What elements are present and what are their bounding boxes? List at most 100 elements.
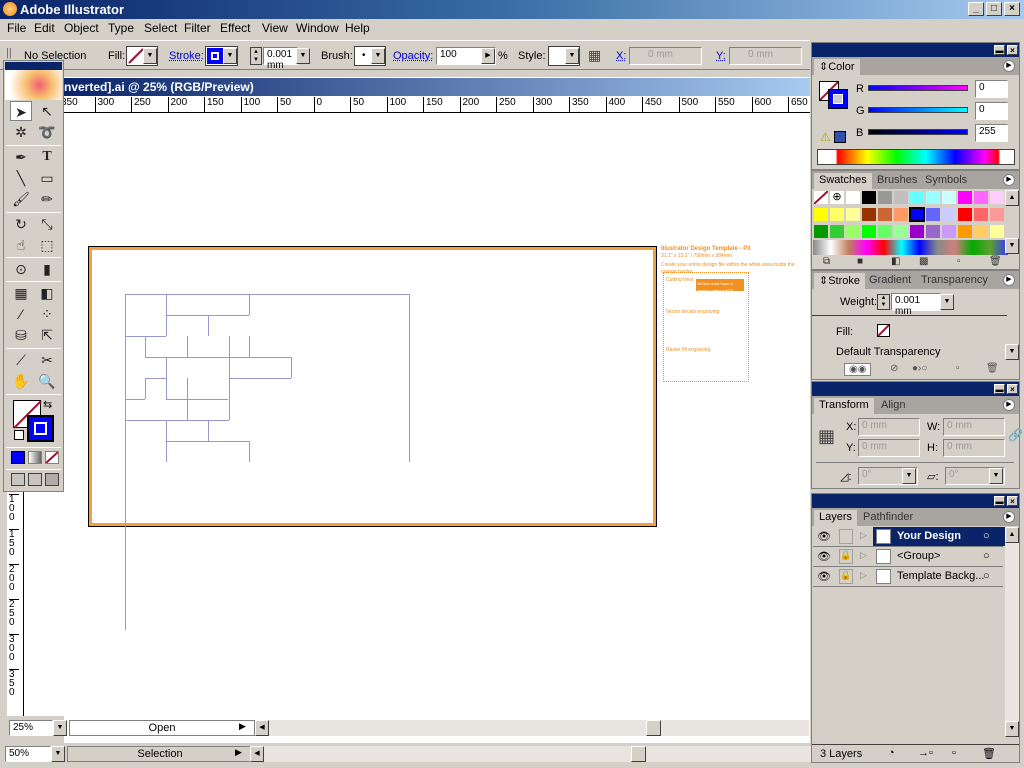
show-gradient-swatches-icon[interactable]: ◧: [891, 256, 900, 267]
panel-menu-icon[interactable]: ▶: [1003, 399, 1015, 411]
tab-transform[interactable]: Transform: [814, 398, 874, 414]
none-mode-icon[interactable]: [45, 451, 59, 464]
minimize-panel-icon[interactable]: ▬: [994, 45, 1005, 55]
default-transparency-label[interactable]: Default Transparency: [836, 346, 941, 358]
swatch[interactable]: [989, 207, 1005, 222]
gamut-color-swatch[interactable]: [834, 131, 846, 143]
fill-swatch[interactable]: ▼: [126, 46, 158, 66]
zoom-tool-icon[interactable]: 🔍: [36, 371, 58, 391]
swatch[interactable]: [877, 207, 893, 222]
pencil-tool-icon[interactable]: ✏: [36, 189, 58, 209]
gradient-tool-icon[interactable]: ◧: [36, 283, 58, 303]
status-field[interactable]: Selection: [67, 746, 253, 762]
live-paint-bucket-tool-icon[interactable]: ⛁: [10, 325, 32, 345]
swatch[interactable]: [941, 190, 957, 205]
stroke-swatch[interactable]: ▼: [205, 46, 238, 66]
delete-item-icon[interactable]: 🗑: [986, 363, 999, 374]
swatch[interactable]: [973, 190, 989, 205]
x-field[interactable]: 0 mm: [858, 418, 920, 436]
new-swatch-icon[interactable]: ▫: [957, 256, 961, 267]
close-button[interactable]: ×: [1004, 2, 1020, 16]
show-color-swatches-icon[interactable]: ■: [857, 256, 863, 267]
panel-header[interactable]: ▬ ×: [812, 494, 1019, 508]
line-tool-icon[interactable]: ╲: [10, 168, 32, 188]
swatch[interactable]: [877, 224, 893, 239]
chevron-down-icon[interactable]: ▼: [51, 746, 65, 762]
close-panel-icon[interactable]: ×: [1007, 45, 1018, 55]
design-path[interactable]: [187, 336, 188, 357]
new-item-icon[interactable]: ▫: [956, 363, 960, 374]
color-spectrum-bar[interactable]: [817, 149, 1015, 165]
design-path[interactable]: [125, 294, 410, 295]
swatch[interactable]: [877, 190, 893, 205]
magic-wand-tool-icon[interactable]: ✲: [10, 122, 32, 142]
rectangle-tool-icon[interactable]: ▭: [36, 168, 58, 188]
maximize-button[interactable]: □: [986, 2, 1002, 16]
horizontal-scrollbar[interactable]: [269, 720, 809, 736]
status-menu-arrow-icon[interactable]: ▶: [239, 721, 246, 732]
scissors-tool-icon[interactable]: ✂: [36, 350, 58, 370]
panel-menu-icon[interactable]: ▶: [1003, 511, 1015, 523]
swatch[interactable]: [989, 190, 1005, 205]
expand-triangle-icon[interactable]: ▷: [860, 530, 867, 541]
close-panel-icon[interactable]: ×: [1007, 496, 1018, 506]
opacity-label[interactable]: Opacity:: [393, 50, 433, 62]
panel-menu-icon[interactable]: ▶: [1003, 60, 1015, 72]
lock-icon[interactable]: 🔒: [839, 569, 853, 584]
menu-view[interactable]: View: [262, 21, 288, 35]
menu-select[interactable]: Select: [144, 21, 177, 35]
g-field[interactable]: 0: [975, 102, 1008, 120]
scroll-down-button[interactable]: ▼: [1005, 238, 1019, 254]
tab-align[interactable]: Align: [876, 398, 910, 414]
visibility-eye-icon[interactable]: 👁: [817, 550, 831, 563]
zoom-level-field[interactable]: 50%: [5, 746, 51, 762]
design-path[interactable]: [229, 336, 230, 399]
scale-tool-icon[interactable]: ⤡: [36, 214, 58, 234]
visibility-eye-icon[interactable]: 👁: [817, 530, 831, 543]
swatch[interactable]: [845, 207, 861, 222]
menu-help[interactable]: Help: [345, 21, 370, 35]
target-icon[interactable]: ○: [983, 550, 990, 562]
design-path[interactable]: [125, 399, 145, 400]
clear-appearance-icon[interactable]: ◉◉: [844, 363, 872, 376]
horizontal-ruler[interactable]: 3503002502001501005005010015020025030035…: [64, 96, 810, 113]
x-field[interactable]: 0 mm: [629, 47, 702, 65]
swatch[interactable]: [973, 207, 989, 222]
tools-panel-header[interactable]: [5, 62, 62, 70]
swatch[interactable]: [861, 224, 877, 239]
swatch[interactable]: [861, 207, 877, 222]
eyedropper-tool-icon[interactable]: ⁄: [10, 304, 32, 324]
artboard[interactable]: [88, 246, 657, 630]
layer-row[interactable]: 👁 🔒 ▷ Template Backg... ○: [813, 567, 1003, 587]
gradient-mode-icon[interactable]: [28, 451, 42, 464]
warp-tool-icon[interactable]: ☝: [10, 235, 32, 255]
default-colors-icon[interactable]: [14, 430, 24, 440]
swatch-none[interactable]: [813, 190, 829, 205]
menu-filter[interactable]: Filter: [184, 21, 211, 35]
opacity-slider-button[interactable]: ▶: [481, 48, 495, 64]
stroke-color-box[interactable]: [27, 415, 54, 442]
swatch[interactable]: [909, 190, 925, 205]
b-slider[interactable]: [868, 129, 968, 135]
symbol-sprayer-tool-icon[interactable]: ⊙: [10, 259, 32, 279]
scroll-left-button[interactable]: ◀: [250, 746, 264, 762]
design-path[interactable]: [229, 378, 291, 379]
chevron-down-icon[interactable]: ▼: [565, 48, 579, 64]
target-icon[interactable]: ○: [983, 530, 990, 542]
design-path[interactable]: [208, 420, 209, 441]
pen-tool-icon[interactable]: ✒: [10, 147, 32, 167]
b-field[interactable]: 255: [975, 124, 1008, 142]
create-sublayer-icon[interactable]: →▫: [918, 747, 933, 759]
y-field[interactable]: 0 mm: [858, 439, 920, 457]
full-screen-mode-icon[interactable]: [45, 473, 59, 486]
minimize-panel-icon[interactable]: ▬: [994, 384, 1005, 394]
weight-field[interactable]: 0.001 mm: [891, 293, 941, 317]
design-path[interactable]: [125, 420, 187, 421]
design-path[interactable]: [125, 462, 126, 630]
design-path[interactable]: [145, 378, 146, 399]
menu-edit[interactable]: Edit: [34, 21, 55, 35]
new-layer-icon[interactable]: ▫: [952, 747, 956, 759]
chevron-down-icon[interactable]: ▼: [296, 48, 310, 64]
status-menu-arrow-icon[interactable]: ▶: [235, 747, 242, 758]
design-path[interactable]: [291, 357, 292, 378]
